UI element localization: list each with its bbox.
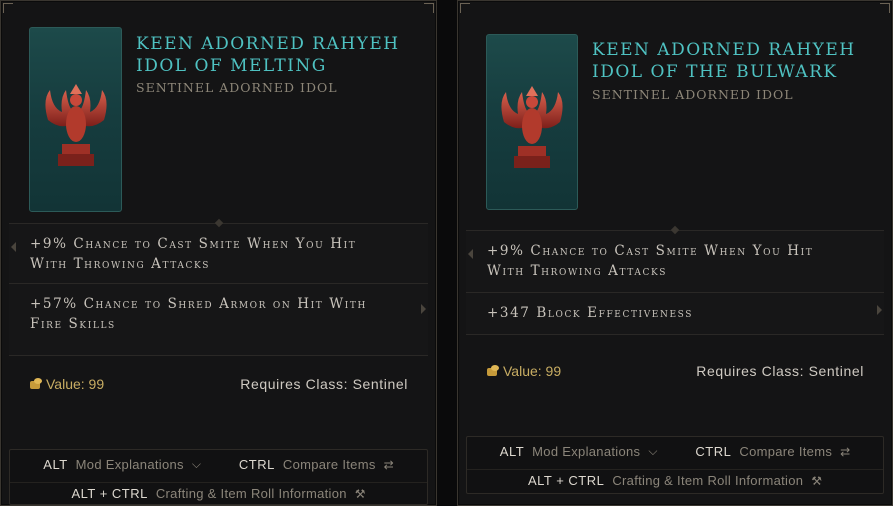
hammer-icon: ⚒ <box>811 473 823 488</box>
hotkey-label: Mod Explanations <box>532 444 641 459</box>
rahyeh-phoenix-idol-icon <box>501 86 563 168</box>
item-title-line-1: Keen Adorned Rahyeh <box>592 40 856 60</box>
item-meta: Value: 99 Requires Class: Sentinel <box>466 334 884 424</box>
hotkey-label: Crafting & Item Roll Information <box>612 473 804 488</box>
alt-key: ALT <box>43 457 68 472</box>
hotkey-crafting-info[interactable]: ALT + CTRL Crafting & Item Roll Informat… <box>71 486 365 501</box>
affix-row[interactable]: +57% Chance to Shred Armor on Hit With F… <box>9 283 428 355</box>
item-title-line-1: Keen Adorned Rahyeh <box>136 34 400 54</box>
hotkey-bar: ALT Mod Explanations ⌵ CTRL Compare Item… <box>466 436 884 494</box>
ctrl-key: CTRL <box>695 444 732 459</box>
hotkey-mod-explanations[interactable]: ALT Mod Explanations ⌵ <box>500 444 658 459</box>
item-tooltip-right: Keen Adorned Rahyeh Idol of the Bulwark … <box>457 0 893 506</box>
hotkey-compare-items[interactable]: CTRL Compare Items ⇄ <box>239 457 394 472</box>
item-title-line-2: Idol of the Bulwark <box>592 62 838 82</box>
item-value: Value: 99 <box>486 363 561 379</box>
hotkey-label: Compare Items <box>282 457 376 472</box>
item-art <box>29 27 122 212</box>
item-title-line-2: Idol of Melting <box>136 56 327 76</box>
hotkey-mod-explanations[interactable]: ALT Mod Explanations ⌵ <box>43 457 201 472</box>
hotkey-label: Crafting & Item Roll Information <box>155 486 347 501</box>
item-title: Keen Adorned Rahyeh Idol of the Bulwark <box>592 39 882 83</box>
hotkey-label: Mod Explanations <box>75 457 184 472</box>
class-requirement: Requires Class: Sentinel <box>240 376 408 392</box>
gold-coins-icon <box>29 378 43 390</box>
item-value: Value: 99 <box>29 376 104 392</box>
value-label: Value: 99 <box>46 376 105 392</box>
compare-arrows-icon: ⇄ <box>840 444 851 459</box>
value-label: Value: 99 <box>503 363 562 379</box>
affix-row[interactable]: +9% Chance to Cast Smite When You Hit Wi… <box>466 225 884 292</box>
item-type: Sentinel Adorned Idol <box>136 80 338 95</box>
affix-text-line: With Throwing Attacks <box>30 256 211 272</box>
affix-text-line: With Throwing Attacks <box>487 263 668 279</box>
affix-arrow-icon <box>11 242 16 252</box>
gold-coins-icon <box>486 365 500 377</box>
item-type: Sentinel Adorned Idol <box>592 87 794 102</box>
rahyeh-phoenix-idol-icon <box>44 83 107 166</box>
item-header: Keen Adorned Rahyeh Idol of the Bulwark … <box>458 1 892 223</box>
hotkey-bar: ALT Mod Explanations ⌵ CTRL Compare Item… <box>9 449 428 505</box>
class-requirement: Requires Class: Sentinel <box>696 363 864 379</box>
hotkey-label: Compare Items <box>739 444 833 459</box>
item-tooltip-left: Keen Adorned Rahyeh Idol of Melting Sent… <box>0 0 437 506</box>
affix-arrow-icon <box>468 249 473 259</box>
chevron-down-icon: ⌵ <box>191 457 201 471</box>
affix-row[interactable]: +347 Block Effectiveness <box>466 292 884 334</box>
ctrl-key: CTRL <box>238 457 275 472</box>
alt-key: ALT <box>499 444 525 459</box>
hotkey-compare-items[interactable]: CTRL Compare Items ⇄ <box>695 444 850 459</box>
affix-arrow-icon <box>877 305 882 315</box>
affix-row[interactable]: +9% Chance to Cast Smite When You Hit Wi… <box>9 218 428 283</box>
compare-arrows-icon: ⇄ <box>383 457 394 472</box>
affix-text-line: +57% Chance to Shred Armor on Hit With <box>30 296 367 312</box>
item-header: Keen Adorned Rahyeh Idol of Melting Sent… <box>1 1 436 223</box>
affix-text-line: +9% Chance to Cast Smite When You Hit <box>30 236 357 252</box>
alt-ctrl-key: ALT + CTRL <box>527 473 605 488</box>
item-title: Keen Adorned Rahyeh Idol of Melting <box>136 33 426 77</box>
item-meta: Value: 99 Requires Class: Sentinel <box>9 355 428 439</box>
affix-arrow-icon <box>421 304 426 314</box>
affix-text-line: +9% Chance to Cast Smite When You Hit <box>487 243 814 259</box>
affix-text-line: +347 Block Effectiveness <box>487 305 693 321</box>
affix-text-line: Fire Skills <box>30 316 116 332</box>
chevron-down-icon: ⌵ <box>648 444 658 458</box>
item-art <box>486 34 578 210</box>
hammer-icon: ⚒ <box>354 486 366 501</box>
hotkey-crafting-info[interactable]: ALT + CTRL Crafting & Item Roll Informat… <box>528 473 822 488</box>
separator-notch <box>670 225 680 235</box>
alt-ctrl-key: ALT + CTRL <box>71 486 148 501</box>
